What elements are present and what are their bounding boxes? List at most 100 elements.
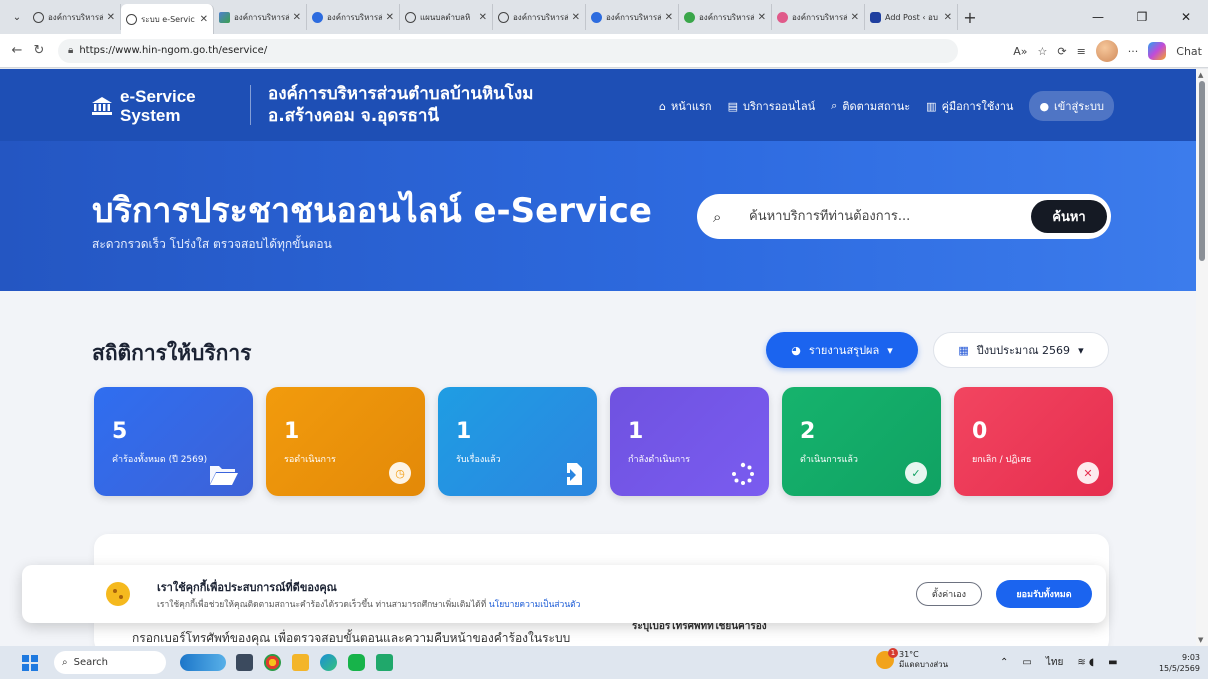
input-language[interactable]: ไทย xyxy=(1046,655,1063,670)
profile-avatar[interactable] xyxy=(1095,40,1118,62)
browser-tab[interactable]: องค์การบริหารส่ ✕ xyxy=(772,4,865,30)
file-explorer-icon[interactable] xyxy=(292,654,309,671)
fiscal-year-dropdown[interactable]: ▦ ปีงบประมาณ 2569 ▾ xyxy=(933,332,1109,368)
favorite-star-icon[interactable]: ☆ xyxy=(1037,45,1047,58)
tab-actions-chevron-icon[interactable]: ⌄ xyxy=(6,6,28,28)
nav-login-button[interactable]: ● เข้าสู่ระบบ xyxy=(1029,91,1114,121)
globe-icon xyxy=(405,11,416,23)
url-field[interactable]: 🔒︎ https://www.hin-ngom.go.th/eservice/ xyxy=(58,38,958,63)
browser-tab-active[interactable]: ระบบ e-Servic ✕ xyxy=(121,4,214,34)
browser-tab[interactable]: แผนบลตำบลหิ ✕ xyxy=(400,4,493,30)
cookie-accept-all-button[interactable]: ยอมรับทั้งหมด xyxy=(996,580,1092,608)
brand-line2: System xyxy=(120,106,181,125)
stat-value: 0 xyxy=(972,419,988,444)
more-menu-icon[interactable]: ··· xyxy=(1128,45,1139,58)
stat-card-pending[interactable]: 1 รอดำเนินการ ◷ xyxy=(266,387,425,496)
close-window-icon[interactable]: ✕ xyxy=(1164,0,1208,34)
sheets-icon[interactable] xyxy=(376,654,393,671)
search-button[interactable]: ค้นหา xyxy=(1031,200,1107,233)
stat-value: 1 xyxy=(628,419,644,444)
stat-card-total[interactable]: 5 คำร้องทั้งหมด (ปี 2569) xyxy=(94,387,253,496)
folder-open-icon xyxy=(210,466,238,485)
privacy-policy-link[interactable]: นโยบายความเป็นส่วนตัว xyxy=(489,600,581,610)
system-clock[interactable]: 9:03 15/5/2569 xyxy=(1159,652,1200,674)
tray-chevron-up-icon[interactable]: ⌃ xyxy=(1000,657,1008,668)
close-icon[interactable]: ✕ xyxy=(851,12,859,23)
extensions-icon[interactable]: ⟳ xyxy=(1057,45,1066,58)
close-icon[interactable]: ✕ xyxy=(479,12,487,23)
copilot-icon[interactable] xyxy=(1148,42,1167,60)
close-icon[interactable]: ✕ xyxy=(758,12,766,23)
site-header: e-Service System องค์การบริหารส่วนตำบลบ้… xyxy=(0,69,1196,141)
battery-icon[interactable]: ▬ xyxy=(1108,657,1117,668)
refresh-icon[interactable]: ↻ xyxy=(28,43,50,58)
scrollbar-thumb[interactable] xyxy=(1199,81,1205,261)
windows-start-icon[interactable] xyxy=(22,655,38,671)
status-check-description: กรอกเบอร์โทรศัพท์ของคุณ เพื่อตรวจสอบขั้น… xyxy=(132,631,571,645)
browser-tab[interactable]: องค์การบริหารส่ ✕ xyxy=(493,4,586,30)
page-scrollbar[interactable]: ▲ ▼ xyxy=(1196,69,1208,646)
chat-label[interactable]: Chat xyxy=(1176,45,1202,58)
stat-card-received[interactable]: 1 รับเรื่องแล้ว xyxy=(438,387,597,496)
line-app-icon[interactable] xyxy=(348,654,365,671)
book-icon: ▥ xyxy=(926,99,937,113)
report-summary-dropdown[interactable]: ◕ รายงานสรุปผล ▾ xyxy=(766,332,918,368)
new-tab-button[interactable]: + xyxy=(958,8,982,27)
weather-badge: 1 xyxy=(888,648,898,658)
browser-tab[interactable]: องค์การบริหารส่ ✕ xyxy=(679,4,772,30)
taskbar-search[interactable]: ⌕ Search xyxy=(54,651,166,674)
site-icon xyxy=(684,11,695,23)
report-button-label: รายงานสรุปผล xyxy=(808,344,880,357)
stat-card-cancelled[interactable]: 0 ยกเลิก / ปฏิเสธ ✕ xyxy=(954,387,1113,496)
minimize-icon[interactable]: — xyxy=(1076,0,1120,34)
close-icon[interactable]: ✕ xyxy=(386,12,394,23)
close-icon[interactable]: ✕ xyxy=(944,12,952,23)
nav-label: ติดตามสถานะ xyxy=(842,100,911,113)
edge-icon[interactable] xyxy=(320,654,337,671)
hero-title: บริการประชาชนออนไลน์ e-Service xyxy=(92,191,652,231)
wifi-volume-icon[interactable]: ≋ ◖ xyxy=(1077,657,1094,668)
nav-user-guide[interactable]: ▥ คู่มือการใช้งาน xyxy=(926,97,1013,115)
back-arrow-icon[interactable]: ← xyxy=(6,43,28,58)
nav-home[interactable]: ⌂ หน้าแรก xyxy=(659,97,712,115)
widgets-icon[interactable] xyxy=(180,654,226,671)
browser-tab[interactable]: องค์การบริหารส่ ✕ xyxy=(586,4,679,30)
tab-title: องค์การบริหารส่ xyxy=(234,12,289,22)
stats-title: สถิติการให้บริการ xyxy=(92,341,252,365)
favorites-list-icon[interactable]: ≡ xyxy=(1077,45,1086,58)
close-icon[interactable]: ✕ xyxy=(293,12,301,23)
tray-display-icon[interactable]: ▭ xyxy=(1022,657,1031,668)
search-icon: ⌕ xyxy=(713,207,722,226)
scroll-down-icon[interactable]: ▼ xyxy=(1198,636,1203,644)
browser-toolbar: A» ☆ ⟳ ≡ ··· Chat xyxy=(1013,34,1202,68)
browser-tab[interactable]: Add Post ‹ อบ ✕ xyxy=(865,4,958,30)
close-icon[interactable]: ✕ xyxy=(572,12,580,23)
cookie-title: เราใช้คุกกี้เพื่อประสบการณ์ที่ดีของคุณ xyxy=(157,581,337,594)
chrome-icon[interactable] xyxy=(264,654,281,671)
restore-icon[interactable]: ❐ xyxy=(1120,0,1164,34)
browser-tab[interactable]: องค์การบริหารส่ ✕ xyxy=(214,4,307,30)
clock-icon: ◷ xyxy=(389,462,411,484)
close-icon[interactable]: ✕ xyxy=(107,12,115,23)
page-viewport: e-Service System องค์การบริหารส่วนตำบลบ้… xyxy=(0,69,1196,646)
read-aloud-icon[interactable]: A» xyxy=(1013,45,1027,58)
cookie-settings-button[interactable]: ตั้งค่าเอง xyxy=(916,582,982,606)
system-tray: ⌃ ▭ ไทย ≋ ◖ ▬ xyxy=(1000,646,1118,679)
stat-card-completed[interactable]: 2 ดำเนินการแล้ว ✓ xyxy=(782,387,941,496)
nav-track-status[interactable]: ⌕ ติดตามสถานะ xyxy=(831,97,910,115)
scroll-up-icon[interactable]: ▲ xyxy=(1198,71,1203,79)
brand-logo[interactable]: e-Service System xyxy=(92,87,196,125)
nav-label: เข้าสู่ระบบ xyxy=(1054,100,1104,113)
calendar-icon: ▦ xyxy=(958,343,969,357)
task-view-icon[interactable] xyxy=(236,654,253,671)
browser-tab[interactable]: องค์การบริหารส่ ✕ xyxy=(307,4,400,30)
nav-online-services[interactable]: ▤ บริการออนไลน์ xyxy=(728,97,816,115)
weather-widget[interactable]: 1 31°C มีแดดบางส่วน xyxy=(876,648,948,670)
close-icon[interactable]: ✕ xyxy=(200,14,208,25)
stat-card-in-progress[interactable]: 1 กำลังดำเนินการ xyxy=(610,387,769,496)
lock-icon[interactable]: 🔒︎ xyxy=(68,45,73,56)
close-icon[interactable]: ✕ xyxy=(665,12,673,23)
service-search-input[interactable] xyxy=(749,209,1019,224)
browser-tab[interactable]: องค์การบริหารส่ ✕ xyxy=(28,4,121,30)
taskbar-search-label: Search xyxy=(73,657,108,668)
